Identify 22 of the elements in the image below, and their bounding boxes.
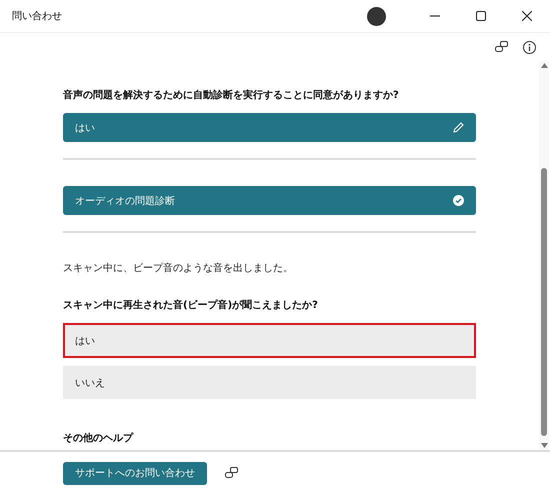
- scroll-down-icon[interactable]: [540, 443, 548, 448]
- section-heading: その他のヘルプ: [63, 431, 134, 445]
- answer-bar[interactable]: オーディオの問題診断: [63, 186, 476, 215]
- check-circle-icon: [453, 195, 464, 206]
- window-title: 問い合わせ: [12, 10, 62, 23]
- question-text: 音声の問題を解決するために自動診断を実行することに同意がありますか?: [63, 88, 400, 102]
- pencil-icon[interactable]: [453, 122, 464, 133]
- question-text: スキャン中に再生された音(ビープ音)が聞こえましたか?: [63, 298, 319, 312]
- option-button[interactable]: はい: [63, 323, 476, 358]
- scroll-up-icon[interactable]: [540, 63, 548, 68]
- chat-bubbles-icon[interactable]: [225, 467, 238, 479]
- scrollbar-thumb[interactable]: [541, 168, 547, 436]
- message-text: スキャン中に、ビープ音のような音を出しました。: [63, 262, 294, 275]
- maximize-icon[interactable]: [476, 11, 486, 21]
- contact-support-button[interactable]: サポートへのお問い合わせ: [63, 462, 207, 484]
- option-button[interactable]: いいえ: [63, 366, 476, 399]
- close-icon[interactable]: [522, 11, 532, 21]
- scrollbar[interactable]: [539, 61, 549, 450]
- chat-bubbles-icon[interactable]: [495, 41, 508, 53]
- info-icon[interactable]: [523, 40, 536, 54]
- avatar[interactable]: [367, 6, 386, 26]
- answer-bar[interactable]: はい: [63, 113, 476, 142]
